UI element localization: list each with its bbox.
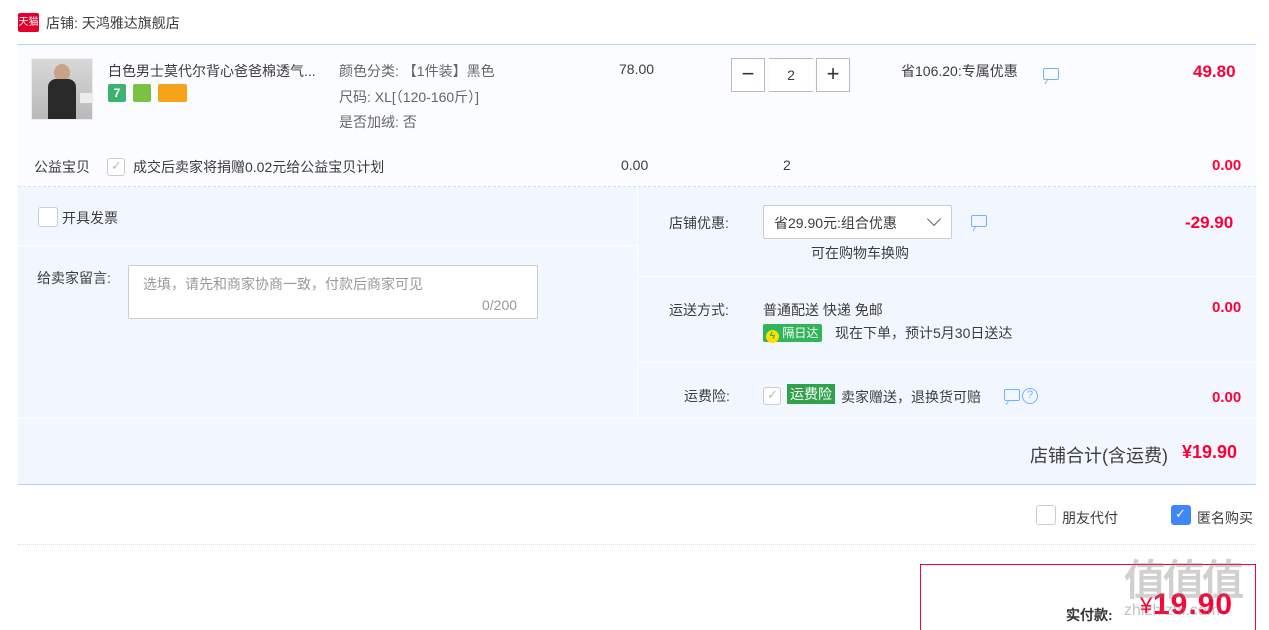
charity-text: 成交后卖家将捐赠0.02元给公益宝贝计划	[133, 159, 385, 175]
insurance-text: 卖家赠送，退换货可赔	[841, 389, 981, 405]
shop-discount-select[interactable]: 省29.90元:组合优惠	[763, 205, 952, 239]
shipping-method: 普通配送 快递 免邮	[763, 302, 883, 318]
insurance-label: 运费险:	[684, 388, 730, 404]
chevron-down-icon	[926, 211, 942, 227]
quantity-increase-button[interactable]: +	[816, 58, 850, 92]
divider	[18, 484, 1256, 485]
message-char-count: 0/200	[482, 297, 518, 313]
product-title[interactable]: 白色男士莫代尔背心爸爸棉透气...	[108, 61, 332, 81]
friend-pay-checkbox[interactable]	[1036, 505, 1056, 525]
actual-payment-label: 实付款:	[1066, 607, 1113, 623]
anonymous-checkbox[interactable]	[1171, 505, 1191, 525]
shipping-label: 运送方式:	[669, 302, 729, 318]
quantity-input[interactable]: 2	[769, 58, 813, 92]
charity-price: 0.00	[621, 157, 649, 173]
quantity-decrease-button[interactable]: −	[731, 58, 765, 92]
shop-discount-amount: -29.90	[1185, 213, 1234, 232]
message-placeholder: 选填，请先和商家协商一致，付款后商家可见	[143, 276, 423, 292]
card-payment-icon	[158, 84, 187, 102]
shipping-eta: 现在下单，预计5月30日送达	[835, 325, 1013, 341]
invoice-label[interactable]: 开具发票	[62, 208, 118, 228]
charity-label: 公益宝贝	[34, 159, 90, 175]
chat-icon[interactable]	[1043, 68, 1059, 80]
product-thumbnail[interactable]	[31, 58, 93, 120]
shop-total-amount: ¥19.90	[1182, 442, 1238, 462]
shop-discount-note: 可在购物车换购	[811, 245, 909, 261]
unit-price: 78.00	[619, 61, 655, 77]
divider	[18, 544, 1256, 545]
watermark-url: zhizhizhi.com	[1124, 602, 1221, 619]
tmall-logo: 天猫	[18, 13, 39, 32]
divider	[637, 187, 638, 419]
lightning-icon: ϟ	[766, 330, 779, 343]
seven-day-return-icon: 7	[108, 84, 126, 102]
shop-name[interactable]: 店铺: 天鸿雅达旗舰店	[46, 13, 180, 33]
help-icon[interactable]: ?	[1022, 388, 1038, 404]
charity-checkbox	[107, 158, 125, 176]
sku-color: 颜色分类: 【1件装】黑色	[339, 63, 495, 79]
shop-discount-label: 店铺优惠:	[669, 215, 729, 231]
anonymous-label[interactable]: 匿名购买	[1197, 508, 1253, 528]
chat-icon[interactable]	[1004, 389, 1020, 401]
watermark: 值值值	[1124, 557, 1244, 604]
divider	[638, 276, 1256, 277]
charity-subtotal: 0.00	[1212, 157, 1242, 174]
divider	[638, 362, 1256, 363]
item-discount-text: 省106.20:专属优惠	[901, 63, 1018, 79]
shipping-amount: 0.00	[1212, 299, 1242, 316]
next-day-delivery-badge: ϟ 隔日达	[763, 324, 822, 343]
insurance-checkbox	[763, 387, 781, 405]
message-label: 给卖家留言:	[37, 270, 111, 286]
insurance-amount: 0.00	[1212, 389, 1242, 406]
friend-pay-label[interactable]: 朋友代付	[1062, 508, 1118, 528]
sku-size: 尺码: XL[（120-160斤）]	[339, 89, 480, 105]
charity-quantity: 2	[783, 157, 791, 173]
shop-discount-value: 省29.90元:组合优惠	[774, 215, 897, 231]
divider	[18, 245, 637, 246]
item-subtotal: 49.80	[1193, 62, 1236, 81]
shop-total-label: 店铺合计(含运费)	[1030, 446, 1168, 466]
divider	[18, 418, 1256, 419]
next-day-delivery-text: 隔日达	[782, 326, 819, 340]
sku-fleece: 是否加绒: 否	[339, 114, 417, 130]
service-guarantee-icon	[133, 84, 151, 102]
chat-icon[interactable]	[971, 215, 987, 227]
invoice-checkbox[interactable]	[38, 207, 58, 227]
insurance-tag: 运费险	[787, 384, 835, 404]
